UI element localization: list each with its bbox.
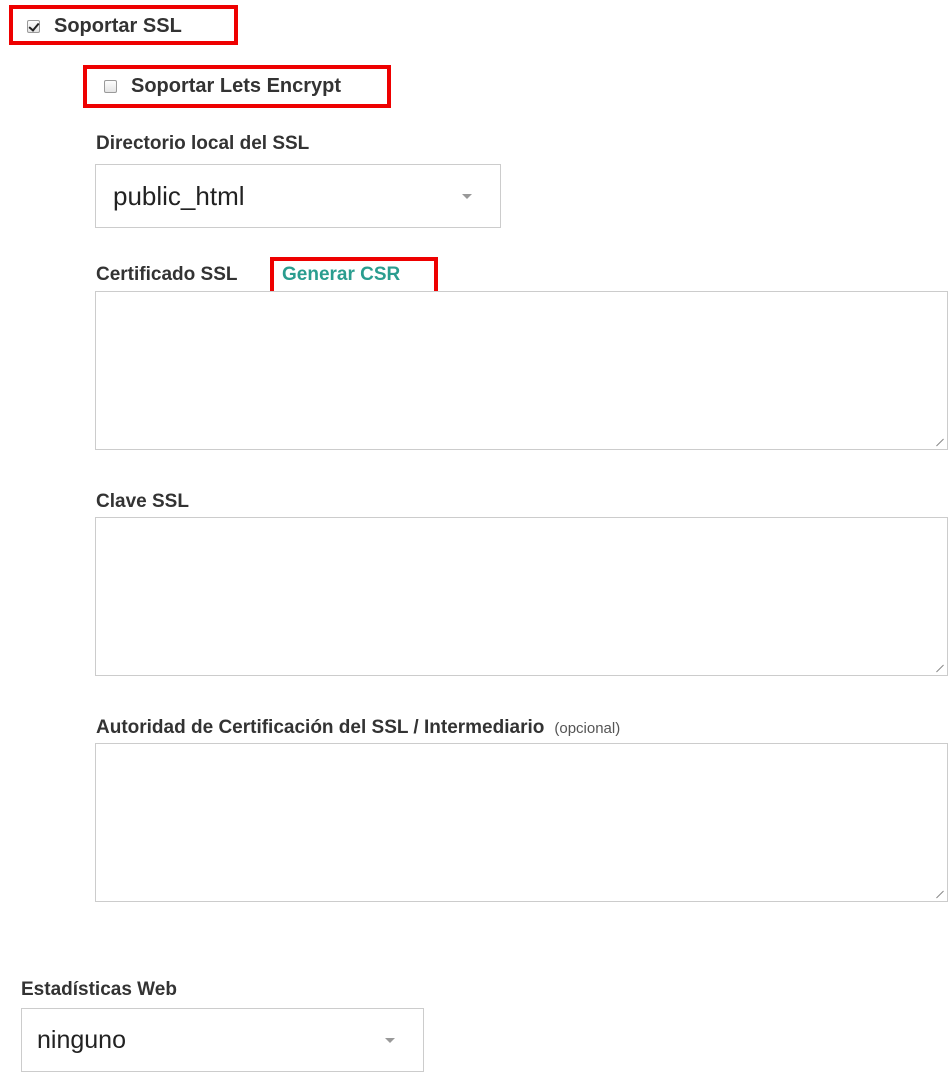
- lets-encrypt-checkbox[interactable]: [104, 79, 117, 93]
- certificate-label-text: Certificado SSL: [96, 264, 238, 285]
- support-ssl-label: Soportar SSL: [54, 14, 182, 37]
- web-stats-value: ninguno: [37, 1025, 126, 1054]
- chevron-down-icon: [462, 193, 472, 199]
- web-stats-label: Estadísticas Web: [21, 979, 177, 1000]
- key-label: Clave SSL: [96, 491, 189, 512]
- web-stats-select[interactable]: ninguno: [21, 1008, 424, 1072]
- local-dir-select[interactable]: public_html: [95, 164, 501, 228]
- ca-label: Autoridad de Certificación del SSL / Int…: [96, 717, 620, 739]
- lets-encrypt-label: Soportar Lets Encrypt: [131, 74, 342, 97]
- certificate-textarea[interactable]: [95, 291, 948, 450]
- ca-optional-note: (opcional): [554, 720, 621, 737]
- local-dir-label: Directorio local del SSL: [96, 133, 310, 154]
- chevron-down-icon: [385, 1037, 395, 1043]
- support-ssl-checkbox-row[interactable]: Soportar SSL: [27, 14, 182, 38]
- ca-label-text: Autoridad de Certificación del SSL / Int…: [96, 717, 545, 738]
- lets-encrypt-checkbox-row[interactable]: Soportar Lets Encrypt: [104, 74, 341, 98]
- local-dir-value: public_html: [113, 180, 245, 211]
- ca-textarea[interactable]: [95, 743, 948, 902]
- certificate-label: Certificado SSL: [96, 264, 237, 286]
- generate-csr-link[interactable]: Generar CSR: [282, 264, 400, 286]
- key-textarea[interactable]: [95, 517, 948, 676]
- support-ssl-checkbox[interactable]: [27, 19, 40, 33]
